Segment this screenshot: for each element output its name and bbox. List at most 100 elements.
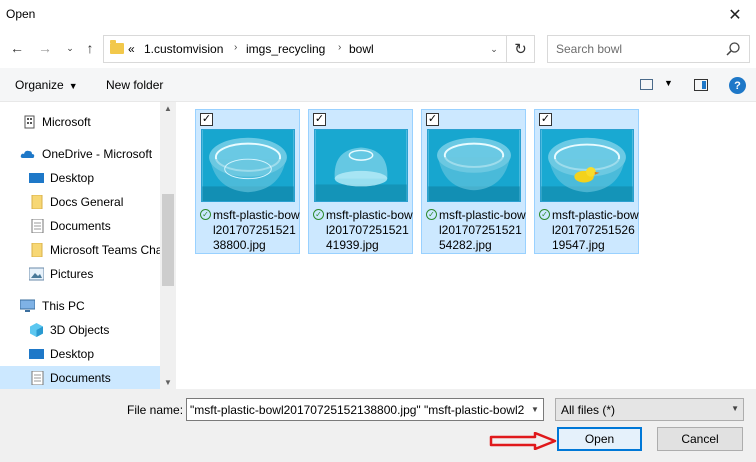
up-arrow-icon[interactable]: ↑ <box>81 39 99 57</box>
sidebar-item-desktop[interactable]: Desktop <box>0 166 160 190</box>
sidebar-item-label: Microsoft <box>42 115 91 129</box>
bottom-panel: File name: "msft-plastic-bowl20170725152… <box>0 389 756 462</box>
scroll-up-icon[interactable]: ▲ <box>164 104 172 113</box>
sidebar-item-label: Microsoft Teams Cha <box>50 243 163 257</box>
breadcrumb-bowl[interactable]: bowl <box>349 42 374 56</box>
recent-locations-chevron-icon[interactable]: ⌄ <box>61 39 79 57</box>
scroll-down-icon[interactable]: ▼ <box>164 378 172 387</box>
scrollbar-thumb[interactable] <box>162 194 174 286</box>
title-bar: Open ✕ <box>0 0 756 30</box>
sidebar-item-documents[interactable]: Documents <box>0 214 160 238</box>
caret-down-icon[interactable]: ▼ <box>664 78 673 88</box>
pictures-icon <box>29 267 44 281</box>
new-folder-button[interactable]: New folder <box>106 78 163 92</box>
sidebar-item-documents-pc[interactable]: Documents <box>0 366 160 389</box>
computer-icon <box>20 299 35 312</box>
desktop-icon <box>29 173 44 183</box>
sidebar-item-label: Documents <box>50 219 111 233</box>
sidebar-item-this-pc[interactable]: This PC <box>0 294 160 318</box>
sidebar-item-teams-chat[interactable]: Microsoft Teams Cha <box>0 238 163 262</box>
breadcrumb-separator-icon[interactable]: › <box>234 42 237 53</box>
bowl-thumbnail-image <box>314 129 408 202</box>
breadcrumb-imgs-recycling[interactable]: imgs_recycling <box>246 42 325 56</box>
breadcrumb-separator-icon[interactable]: › <box>338 42 341 53</box>
sync-ok-icon: ✓ <box>539 209 550 220</box>
sync-ok-icon: ✓ <box>426 209 437 220</box>
sidebar-item-docs-general[interactable]: Docs General <box>0 190 160 214</box>
folder-icon <box>31 243 43 257</box>
file-type-value: All files (*) <box>561 403 616 417</box>
search-placeholder: Search bowl <box>556 42 623 56</box>
sync-ok-icon: ✓ <box>200 209 211 220</box>
annotation-arrow-icon <box>489 432 557 450</box>
file-name: msft-plastic-bowl20170725152138800.jpg <box>213 208 300 252</box>
command-bar: Organize ▼ New folder ▼ ? <box>0 68 756 102</box>
cube-icon <box>30 323 43 337</box>
preview-pane-icon[interactable] <box>694 79 708 91</box>
sidebar-item-label: OneDrive - Microsoft <box>42 147 153 161</box>
cancel-button[interactable]: Cancel <box>657 427 743 451</box>
sidebar-item-label: Desktop <box>50 347 95 361</box>
checkbox-checked-icon[interactable]: ✓ <box>426 113 439 126</box>
change-view-icon[interactable] <box>640 79 653 90</box>
chevron-down-icon[interactable]: ⌄ <box>482 36 506 62</box>
building-icon <box>24 115 35 129</box>
sidebar-item-label: Docs General <box>50 195 124 209</box>
breadcrumb-overflow[interactable]: « <box>128 42 135 56</box>
sidebar-item-label: Desktop <box>50 171 95 185</box>
sidebar-item-pictures[interactable]: Pictures <box>0 262 160 286</box>
file-name-label: File name: <box>127 403 184 417</box>
sidebar-item-onedrive[interactable]: OneDrive - Microsoft <box>0 142 160 166</box>
cloud-icon <box>20 150 35 158</box>
chevron-down-icon: ▼ <box>731 404 739 413</box>
sidebar-scrollbar[interactable]: ▲ ▼ <box>160 102 176 389</box>
checkbox-checked-icon[interactable]: ✓ <box>313 113 326 126</box>
sidebar-item-microsoft[interactable]: Microsoft <box>0 110 160 134</box>
file-tile[interactable]: ✓ ✓ msft-plastic-bowl20170725152138800.j… <box>195 109 300 254</box>
bowl-thumbnail-image <box>427 129 521 202</box>
chevron-down-icon[interactable]: ▼ <box>526 399 543 420</box>
sidebar-item-label: Documents <box>50 371 111 385</box>
sidebar-item-label: Pictures <box>50 267 94 281</box>
file-tile[interactable]: ✓ ✓ msft-plastic-bowl20170725152154282.j… <box>421 109 526 254</box>
sidebar-item-label: 3D Objects <box>50 323 110 337</box>
bowl-thumbnail-image <box>540 129 634 202</box>
checkbox-checked-icon[interactable]: ✓ <box>200 113 213 126</box>
file-name-field[interactable]: "msft-plastic-bowl20170725152138800.jpg"… <box>186 398 544 421</box>
navigation-pane: Microsoft OneDrive - Microsoft Desktop D… <box>0 102 176 389</box>
desktop-icon <box>29 349 44 359</box>
organize-label: Organize <box>15 78 64 92</box>
caret-down-icon: ▼ <box>68 81 78 91</box>
organize-button[interactable]: Organize ▼ <box>15 78 78 92</box>
file-tile[interactable]: ✓ ✓ msft-plastic-bowl20170725152619547.j… <box>534 109 639 254</box>
file-name: msft-plastic-bowl20170725152619547.jpg <box>552 208 639 252</box>
bowl-thumbnail-image <box>201 129 295 202</box>
forward-arrow-icon[interactable]: → <box>36 39 54 57</box>
search-input[interactable]: Search bowl <box>547 35 750 63</box>
sidebar-item-label: This PC <box>42 299 85 313</box>
documents-icon <box>31 371 44 385</box>
breadcrumb-customvision[interactable]: 1.customvision <box>144 42 223 56</box>
refresh-icon[interactable]: ↻ <box>507 35 535 63</box>
folder-icon <box>110 40 124 54</box>
sync-ok-icon: ✓ <box>313 209 324 220</box>
file-list: ✓ ✓ msft-plastic-bowl20170725152138800.j… <box>177 102 756 389</box>
file-tile[interactable]: ✓ ✓ msft-plastic-bowl20170725152141939.j… <box>308 109 413 254</box>
folder-icon <box>31 195 43 209</box>
sidebar-item-3d-objects[interactable]: 3D Objects <box>0 318 160 342</box>
file-name: msft-plastic-bowl20170725152141939.jpg <box>326 208 413 252</box>
back-arrow-icon[interactable]: ← <box>8 39 26 57</box>
navigation-bar: ← → ⌄ ↑ « 1.customvision › imgs_recyclin… <box>0 30 756 68</box>
sidebar-item-desktop-pc[interactable]: Desktop <box>0 342 160 366</box>
window-title: Open <box>6 7 36 21</box>
address-bar[interactable]: « 1.customvision › imgs_recycling › bowl… <box>103 35 507 63</box>
close-icon[interactable]: ✕ <box>714 0 756 30</box>
file-name-value: "msft-plastic-bowl20170725152138800.jpg"… <box>190 403 525 417</box>
documents-icon <box>31 219 44 233</box>
checkbox-checked-icon[interactable]: ✓ <box>539 113 552 126</box>
open-button[interactable]: Open <box>557 427 642 451</box>
file-type-select[interactable]: All files (*) ▼ <box>555 398 744 421</box>
search-icon <box>726 42 740 56</box>
help-icon[interactable]: ? <box>729 77 746 94</box>
file-name: msft-plastic-bowl20170725152154282.jpg <box>439 208 526 252</box>
